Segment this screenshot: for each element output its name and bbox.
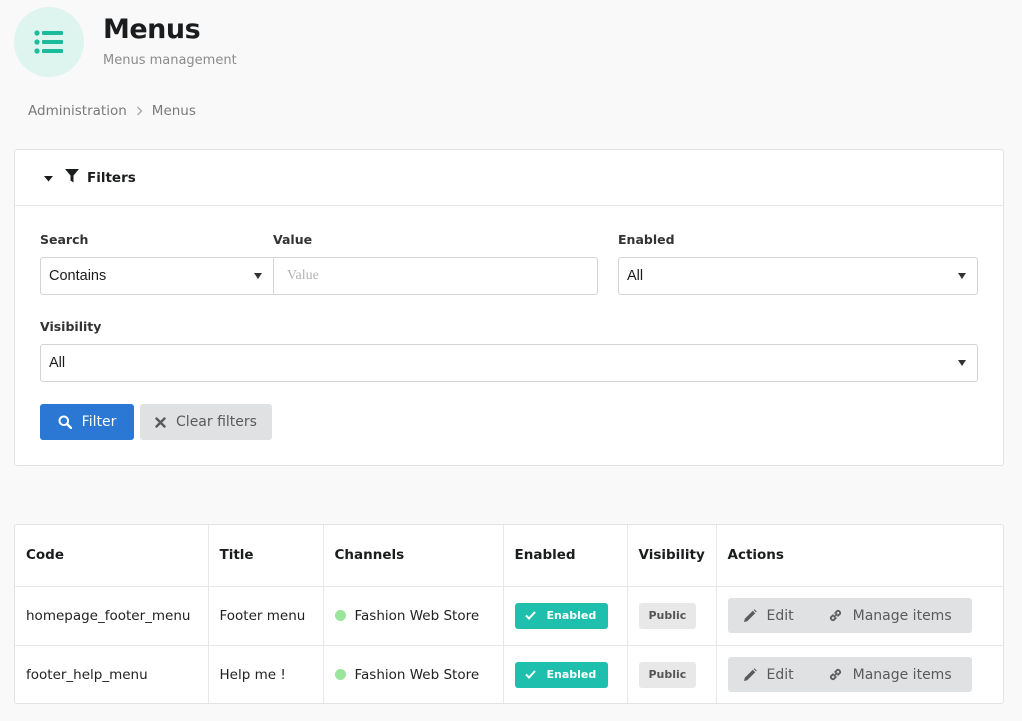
search-label: Search [40, 232, 89, 247]
edit-button[interactable]: Edit [728, 598, 810, 633]
channel-name: Fashion Web Store [354, 607, 480, 624]
filter-icon [65, 168, 79, 187]
pencil-icon [743, 667, 757, 682]
visibility-badge: Public [638, 602, 697, 629]
enabled-label: Enabled [618, 232, 675, 247]
channel-color-dot [334, 609, 346, 621]
clear-filters-button[interactable]: Clear filters [140, 404, 272, 440]
cell-channels: Fashion Web Store [323, 645, 504, 703]
visibility-badge: Public [638, 661, 697, 688]
actions-button-group: Edit Manage items [727, 657, 972, 693]
checkmark-icon [524, 670, 536, 680]
actions-button-group: Edit Manage items [727, 598, 972, 633]
close-icon [155, 416, 166, 428]
cell-actions: Edit Manage items [716, 586, 1003, 646]
table-row: footer_help_menu Help me ! Fashion Web S… [15, 645, 1003, 703]
enabled-badge: Enabled [514, 602, 609, 629]
table-row: homepage_footer_menu Footer menu Fashion… [15, 586, 1003, 646]
caret-down-icon [44, 170, 53, 186]
edit-button-label: Edit [766, 666, 794, 683]
value-input[interactable] [274, 257, 598, 295]
cell-visibility: Public [627, 645, 717, 703]
channel-color-dot [334, 668, 346, 680]
menus-header-icon [14, 7, 84, 77]
enabled-badge-label: Enabled [546, 609, 597, 622]
clear-filters-label: Clear filters [176, 414, 257, 430]
dropdown-arrow-icon [254, 273, 262, 279]
cell-enabled: Enabled [503, 645, 628, 703]
enabled-select-value: All [627, 268, 644, 284]
enabled-select[interactable]: All [618, 257, 978, 295]
column-header-actions: Actions [716, 525, 1003, 587]
table-header-row: Code Title Channels Enabled Visibility A… [15, 525, 1003, 587]
cell-code: homepage_footer_menu [15, 586, 209, 646]
column-header-code[interactable]: Code [15, 525, 209, 587]
edit-button[interactable]: Edit [728, 657, 810, 692]
breadcrumb-administration[interactable]: Administration [28, 103, 127, 119]
column-header-title[interactable]: Title [208, 525, 324, 587]
edit-button-label: Edit [766, 607, 794, 624]
enabled-badge: Enabled [514, 661, 609, 688]
manage-items-button[interactable]: Manage items [810, 598, 972, 633]
visibility-select-value: All [49, 355, 66, 371]
cell-title: Footer menu [208, 586, 324, 646]
pencil-icon [743, 608, 757, 623]
search-mode-value: Contains [49, 268, 107, 284]
column-header-channels: Channels [323, 525, 504, 587]
menus-table: Code Title Channels Enabled Visibility A… [14, 524, 1004, 704]
dropdown-arrow-icon [958, 360, 966, 366]
list-icon [34, 30, 63, 54]
filters-panel: Filters Search Value Enabled Contains Al… [14, 149, 1004, 466]
visibility-select[interactable]: All [40, 344, 978, 382]
cell-actions: Edit Manage items [716, 645, 1003, 703]
filter-button-label: Filter [81, 414, 117, 430]
breadcrumb-menus: Menus [151, 103, 196, 119]
manage-items-button[interactable]: Manage items [810, 657, 972, 692]
cell-title: Help me ! [208, 645, 324, 703]
channel-name: Fashion Web Store [354, 666, 480, 683]
search-icon [58, 415, 72, 429]
dropdown-arrow-icon [958, 273, 966, 279]
breadcrumb: Administration Menus [28, 103, 196, 119]
cell-enabled: Enabled [503, 586, 628, 646]
filters-title: Filters [87, 169, 136, 186]
checkmark-icon [524, 611, 536, 620]
filter-button[interactable]: Filter [40, 404, 134, 440]
filters-toggle[interactable]: Filters [15, 150, 1003, 206]
link-icon [828, 608, 843, 623]
enabled-badge-label: Enabled [546, 668, 597, 682]
value-label: Value [273, 232, 313, 247]
page-title: Menus [103, 14, 201, 45]
visibility-label: Visibility [40, 319, 102, 334]
manage-items-label: Manage items [852, 666, 952, 683]
cell-visibility: Public [627, 586, 717, 646]
chevron-right-icon [136, 106, 143, 116]
link-icon [828, 667, 843, 682]
cell-channels: Fashion Web Store [323, 586, 504, 646]
manage-items-label: Manage items [852, 607, 952, 624]
page-subtitle: Menus management [103, 53, 237, 68]
column-header-enabled[interactable]: Enabled [503, 525, 628, 587]
column-header-visibility[interactable]: Visibility [627, 525, 717, 587]
cell-code: footer_help_menu [15, 645, 209, 703]
search-mode-select[interactable]: Contains [40, 257, 274, 295]
